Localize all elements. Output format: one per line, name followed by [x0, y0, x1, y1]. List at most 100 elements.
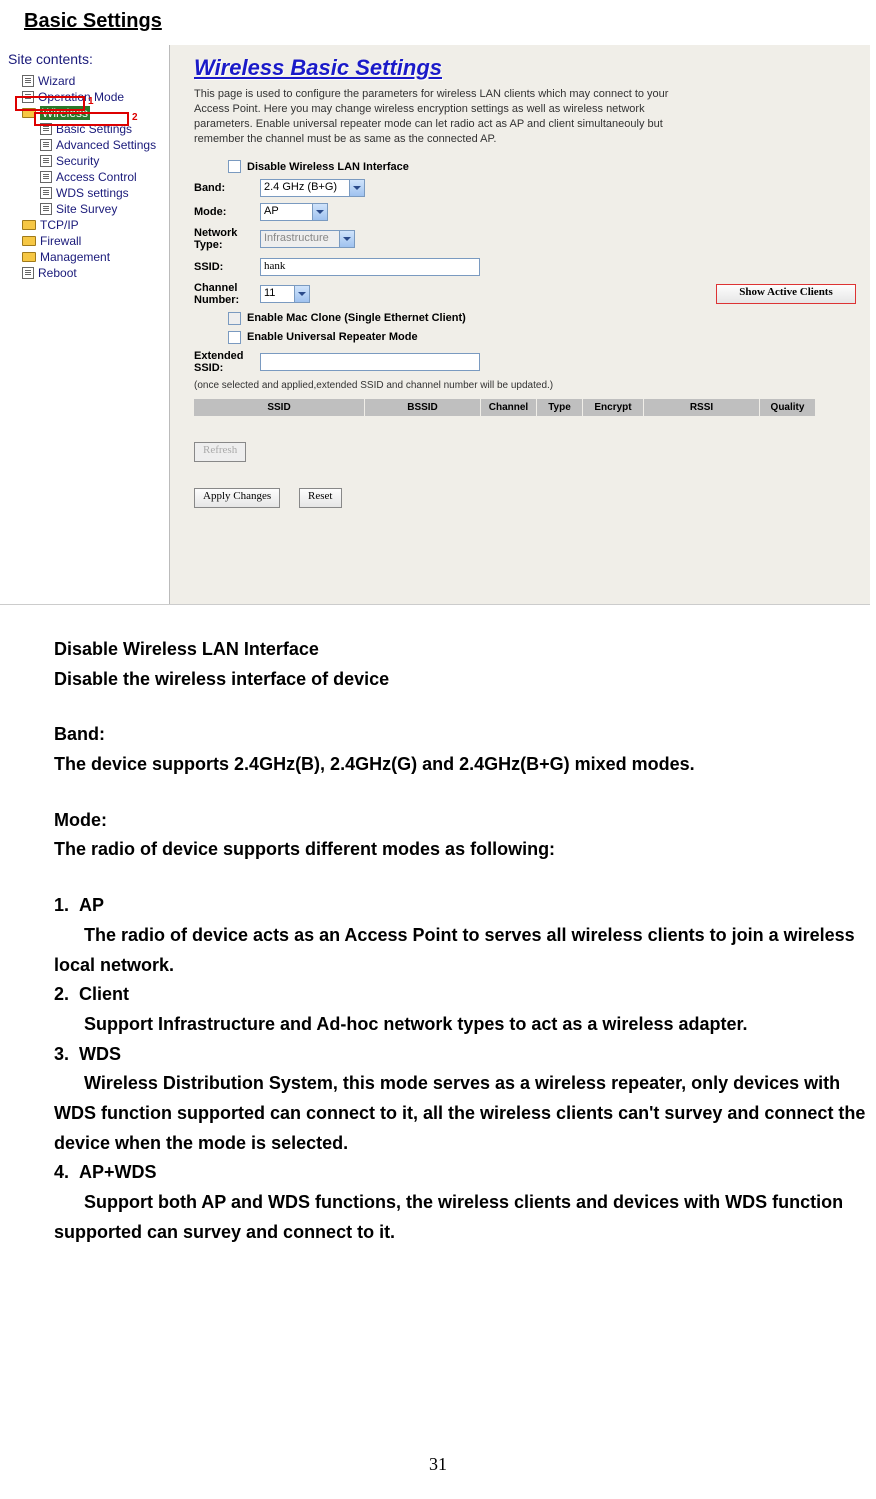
- band-label: Band:: [194, 182, 254, 194]
- sidebar-item-label: Firewall: [40, 234, 81, 248]
- column-header: Type: [537, 399, 582, 416]
- page-icon: [22, 91, 34, 103]
- page-icon: [22, 75, 34, 87]
- reset-button[interactable]: Reset: [299, 488, 341, 508]
- page-icon: [40, 203, 52, 215]
- sidebar-item-basic-settings[interactable]: Basic Settings: [4, 121, 165, 137]
- sidebar-item-reboot[interactable]: Reboot: [4, 265, 165, 281]
- mode-item-title: 2. Client: [54, 980, 866, 1010]
- disable-checkbox[interactable]: [228, 160, 241, 173]
- disable-heading: Disable Wireless LAN Interface: [54, 635, 866, 665]
- band-value: 2.4 GHz (B+G): [264, 181, 337, 193]
- sidebar-item-firewall[interactable]: Firewall: [4, 233, 165, 249]
- page-icon: [40, 139, 52, 151]
- sidebar-item-site-survey[interactable]: Site Survey: [4, 201, 165, 217]
- mode-item-desc: Support both AP and WDS functions, the w…: [54, 1188, 866, 1247]
- content-description: This page is used to configure the param…: [194, 87, 684, 146]
- folder-icon: [22, 220, 36, 230]
- ssid-label: SSID:: [194, 261, 254, 273]
- mac-clone-checkbox[interactable]: [228, 312, 241, 325]
- page-title: Basic Settings: [0, 0, 876, 45]
- disable-label: Disable Wireless LAN Interface: [247, 161, 409, 173]
- band-desc: The device supports 2.4GHz(B), 2.4GHz(G)…: [54, 750, 866, 780]
- mode-item: 4. AP+WDS Support both AP and WDS functi…: [54, 1158, 866, 1247]
- mode-desc: The radio of device supports different m…: [54, 835, 866, 865]
- sidebar-item-label: Basic Settings: [56, 122, 132, 136]
- chevron-down-icon: [349, 180, 364, 196]
- folder-icon: [22, 108, 36, 118]
- mode-item-desc: The radio of device acts as an Access Po…: [54, 921, 866, 980]
- channel-select[interactable]: 11: [260, 285, 310, 303]
- mode-item-desc: Wireless Distribution System, this mode …: [54, 1069, 866, 1158]
- chevron-down-icon: [312, 204, 327, 220]
- extssid-input[interactable]: [260, 353, 480, 371]
- page-icon: [40, 171, 52, 183]
- folder-icon: [22, 252, 36, 262]
- mode-item: 2. Client Support Infrastructure and Ad-…: [54, 980, 866, 1039]
- page-number: 31: [0, 1454, 876, 1475]
- nettype-select: Infrastructure: [260, 230, 355, 248]
- column-header: BSSID: [365, 399, 480, 416]
- band-select[interactable]: 2.4 GHz (B+G): [260, 179, 365, 197]
- marker-1-label: 1: [88, 96, 94, 107]
- column-header: Channel: [481, 399, 536, 416]
- apply-changes-button[interactable]: Apply Changes: [194, 488, 280, 508]
- sidebar-item-tcp-ip[interactable]: TCP/IP: [4, 217, 165, 233]
- refresh-button: Refresh: [194, 442, 246, 462]
- table-header: SSIDBSSIDChannelTypeEncryptRSSIQuality: [194, 399, 856, 416]
- column-header: SSID: [194, 399, 364, 416]
- page-icon: [22, 267, 34, 279]
- mac-clone-label: Enable Mac Clone (Single Ethernet Client…: [247, 312, 466, 324]
- sidebar-item-label: Wireless: [40, 106, 90, 120]
- sidebar-item-wizard[interactable]: Wizard: [4, 73, 165, 89]
- sidebar-item-label: Access Control: [56, 170, 137, 184]
- marker-2-label: 2: [132, 112, 138, 123]
- disable-desc: Disable the wireless interface of device: [54, 665, 866, 695]
- ssid-input[interactable]: hank: [260, 258, 480, 276]
- sidebar-item-operation-mode[interactable]: Operation Mode: [4, 89, 165, 105]
- mode-value: AP: [264, 205, 279, 217]
- band-heading: Band:: [54, 720, 866, 750]
- mode-item-desc: Support Infrastructure and Ad-hoc networ…: [54, 1010, 866, 1040]
- chevron-down-icon: [294, 286, 309, 302]
- page-icon: [40, 155, 52, 167]
- mode-item-title: 1. AP: [54, 891, 866, 921]
- channel-value: 11: [264, 287, 275, 299]
- sidebar: Site contents: WizardOperation ModeWirel…: [0, 45, 170, 605]
- mode-select[interactable]: AP: [260, 203, 328, 221]
- sidebar-item-label: Security: [56, 154, 99, 168]
- channel-label: Channel Number:: [194, 282, 254, 306]
- nettype-value: Infrastructure: [264, 232, 329, 244]
- sidebar-item-label: Site Survey: [56, 202, 117, 216]
- sidebar-item-label: Operation Mode: [38, 90, 124, 104]
- page-icon: [40, 187, 52, 199]
- folder-icon: [22, 236, 36, 246]
- sidebar-item-wireless[interactable]: Wireless: [4, 105, 165, 121]
- column-header: RSSI: [644, 399, 759, 416]
- sidebar-item-wds-settings[interactable]: WDS settings: [4, 185, 165, 201]
- mode-label: Mode:: [194, 206, 254, 218]
- ssid-value: hank: [264, 260, 285, 272]
- sidebar-item-advanced-settings[interactable]: Advanced Settings: [4, 137, 165, 153]
- extssid-note: (once selected and applied,extended SSID…: [194, 380, 856, 391]
- sidebar-item-label: Management: [40, 250, 110, 264]
- sidebar-item-label: WDS settings: [56, 186, 129, 200]
- show-active-clients-button[interactable]: Show Active Clients: [716, 284, 856, 304]
- nettype-label: Network Type:: [194, 227, 254, 251]
- content-title: Wireless Basic Settings: [194, 55, 856, 81]
- sidebar-item-label: Wizard: [38, 74, 75, 88]
- sidebar-item-access-control[interactable]: Access Control: [4, 169, 165, 185]
- universal-repeater-checkbox[interactable]: [228, 331, 241, 344]
- mode-item-title: 4. AP+WDS: [54, 1158, 866, 1188]
- mode-item: 1. AP The radio of device acts as an Acc…: [54, 891, 866, 980]
- sidebar-item-label: Advanced Settings: [56, 138, 156, 152]
- sidebar-item-security[interactable]: Security: [4, 153, 165, 169]
- universal-repeater-label: Enable Universal Repeater Mode: [247, 331, 418, 343]
- content-panel: Wireless Basic Settings This page is use…: [180, 45, 870, 604]
- sidebar-item-management[interactable]: Management: [4, 249, 165, 265]
- page-icon: [40, 123, 52, 135]
- sidebar-item-label: TCP/IP: [40, 218, 79, 232]
- column-header: Encrypt: [583, 399, 643, 416]
- embedded-screenshot: Site contents: WizardOperation ModeWirel…: [0, 45, 870, 605]
- column-header: Quality: [760, 399, 815, 416]
